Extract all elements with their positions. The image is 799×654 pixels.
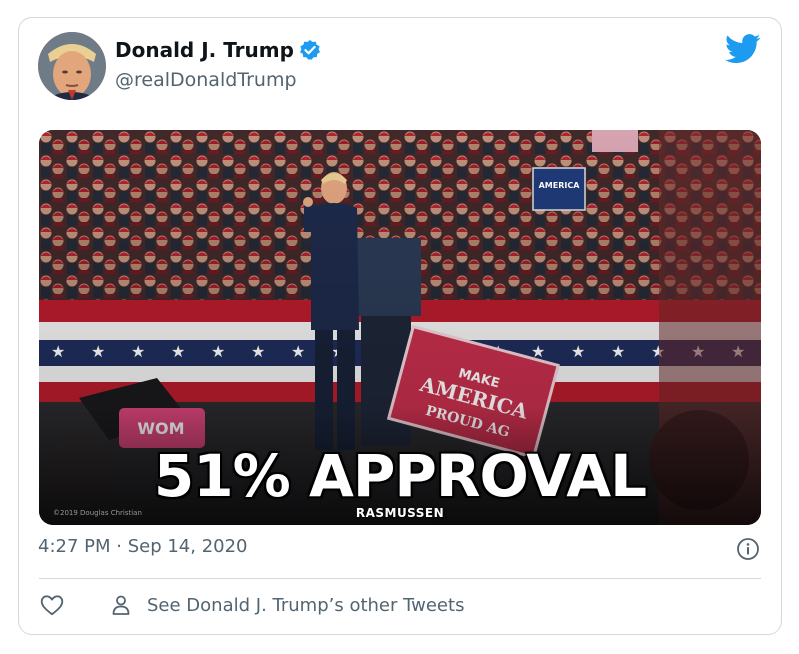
tweet-card[interactable]: Donald J. Trump @realDonaldTrump 51% APP… — [18, 17, 782, 635]
image-headline: 51% APPROVAL — [153, 442, 647, 510]
see-other-tweets-link[interactable]: See Donald J. Trump’s other Tweets — [147, 595, 464, 616]
divider — [39, 578, 761, 579]
twitter-bird-icon[interactable] — [725, 34, 761, 64]
avatar[interactable] — [38, 32, 106, 100]
tweet-actions: See Donald J. Trump’s other Tweets — [39, 592, 464, 618]
info-icon[interactable] — [736, 537, 760, 561]
heart-icon[interactable] — [39, 592, 65, 618]
tweet-timestamp[interactable]: 4:27 PM · Sep 14, 2020 — [38, 536, 248, 557]
photo-credit: ©2019 Douglas Christian — [53, 509, 142, 517]
person-icon[interactable] — [109, 593, 133, 617]
author-display-name[interactable]: Donald J. Trump — [115, 38, 294, 62]
author-name-row[interactable]: Donald J. Trump — [115, 38, 321, 62]
verified-badge-icon — [299, 39, 321, 61]
image-source: RASMUSSEN — [355, 506, 445, 520]
author-handle[interactable]: @realDonaldTrump — [115, 69, 297, 91]
tweet-image[interactable]: ★ AMERICA — [39, 130, 761, 525]
